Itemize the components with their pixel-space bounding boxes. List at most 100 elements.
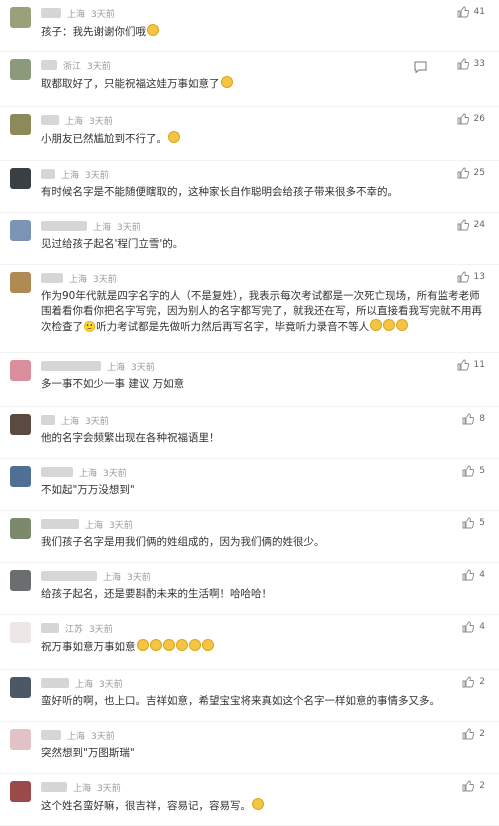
- emoji-icon: [136, 639, 149, 651]
- comment-text: 取都取好了，只能祝福这娃万事如意了: [41, 76, 487, 92]
- avatar[interactable]: [10, 677, 31, 698]
- username-blurred[interactable]: [41, 782, 67, 792]
- like-button[interactable]: 5: [462, 465, 485, 477]
- location-label: 上海: [103, 572, 122, 583]
- like-count: 2: [479, 729, 485, 739]
- comment-meta: 上海 3天前: [41, 272, 117, 285]
- username-blurred[interactable]: [41, 273, 63, 283]
- thumbs-up-icon: [462, 676, 479, 688]
- username-blurred[interactable]: [41, 115, 59, 125]
- username-blurred[interactable]: [41, 169, 55, 179]
- emoji-icon: [162, 639, 175, 651]
- avatar[interactable]: [10, 518, 31, 539]
- comment-meta: 上海 3天前: [41, 360, 155, 373]
- like-button[interactable]: 25: [457, 167, 485, 179]
- username-blurred[interactable]: [41, 623, 59, 633]
- emoji-icon: [188, 639, 201, 651]
- thumbs-up-icon: [457, 271, 474, 283]
- comment-item: 上海 3天前 小朋友已然尴尬到不行了。 26: [0, 107, 499, 161]
- like-button[interactable]: 2: [462, 780, 485, 792]
- username-blurred[interactable]: [41, 519, 79, 529]
- thumbs-up-icon: [462, 569, 479, 581]
- emoji-icon: [383, 319, 396, 331]
- like-button[interactable]: 2: [462, 728, 485, 740]
- username-blurred[interactable]: [41, 571, 97, 581]
- emoji-icon: [201, 639, 214, 651]
- timestamp: 3天前: [127, 572, 151, 583]
- like-button[interactable]: 2: [462, 676, 485, 688]
- timestamp: 3天前: [117, 222, 141, 233]
- location-label: 上海: [65, 116, 84, 127]
- avatar[interactable]: [10, 272, 31, 293]
- timestamp: 3天前: [87, 61, 111, 72]
- comment-meta: 江苏 3天前: [41, 622, 113, 635]
- location-label: 上海: [73, 783, 92, 794]
- like-button[interactable]: 26: [457, 113, 485, 125]
- comment-text: 突然想到"万图斯瑞": [41, 747, 135, 759]
- username-blurred[interactable]: [41, 678, 69, 688]
- thumbs-up-icon: [457, 167, 474, 179]
- like-button[interactable]: 8: [462, 413, 485, 425]
- comment-item: 上海 3天前 孩子：我先谢谢你们哦 41: [0, 0, 499, 52]
- timestamp: 3天前: [131, 362, 155, 373]
- location-label: 上海: [67, 9, 86, 20]
- like-button[interactable]: 4: [462, 569, 485, 581]
- like-button[interactable]: 11: [457, 359, 485, 371]
- avatar[interactable]: [10, 220, 31, 241]
- thumbs-up-icon: [462, 465, 479, 477]
- avatar[interactable]: [10, 570, 31, 591]
- like-button[interactable]: 24: [457, 219, 485, 231]
- like-count: 8: [479, 414, 485, 424]
- like-count: 4: [479, 622, 485, 632]
- avatar[interactable]: [10, 168, 31, 189]
- location-label: 上海: [85, 520, 104, 531]
- avatar[interactable]: [10, 59, 31, 80]
- comment-meta: 上海 3天前: [41, 518, 133, 531]
- comment-item: 上海 3天前 蛮好听的啊，也上口。吉祥如意，希望宝宝将来真如这个名字一样如意的事情多…: [0, 670, 499, 722]
- comment-text: 见过给孩子起名'程门立雪'的。: [41, 238, 184, 250]
- location-label: 上海: [79, 468, 98, 479]
- timestamp: 3天前: [89, 116, 113, 127]
- comment-meta: 上海 3天前: [41, 168, 109, 181]
- thumbs-up-icon: [457, 58, 474, 70]
- avatar[interactable]: [10, 414, 31, 435]
- comment-item: 上海 3天前 多一事不如少一事 建议 万如意 11: [0, 353, 499, 407]
- avatar[interactable]: [10, 7, 31, 28]
- avatar[interactable]: [10, 360, 31, 381]
- like-count: 24: [473, 220, 485, 230]
- avatar[interactable]: [10, 781, 31, 802]
- avatar[interactable]: [10, 622, 31, 643]
- reply-icon[interactable]: [414, 58, 427, 77]
- comment-meta: 上海 3天前: [41, 114, 113, 127]
- username-blurred[interactable]: [41, 221, 87, 231]
- comment-item: 上海 3天前 作为90年代就是四字名字的人（不是复姓），我表示每次考试都是一次死亡现…: [0, 265, 499, 353]
- avatar[interactable]: [10, 466, 31, 487]
- comment-item: 上海 3天前 不如起"万万没想到" 5: [0, 459, 499, 511]
- comment-text: 给孩子起名，还是要斟酌未来的生活啊！哈哈哈！: [41, 588, 272, 600]
- location-label: 上海: [67, 731, 86, 742]
- like-button[interactable]: 13: [457, 271, 485, 283]
- username-blurred[interactable]: [41, 730, 61, 740]
- like-button[interactable]: 4: [462, 621, 485, 633]
- username-blurred[interactable]: [41, 415, 55, 425]
- thumbs-up-icon: [462, 621, 479, 633]
- username-blurred[interactable]: [41, 467, 73, 477]
- avatar[interactable]: [10, 114, 31, 135]
- comment-item: 上海 3天前给孩子起名，还是要斟酌未来的生活啊！哈哈哈！ 4: [0, 563, 499, 615]
- comment-meta: 上海 3天前: [41, 220, 141, 233]
- emoji-icon: [147, 24, 159, 36]
- timestamp: 3天前: [85, 170, 109, 181]
- avatar[interactable]: [10, 729, 31, 750]
- timestamp: 3天前: [103, 468, 127, 479]
- username-blurred[interactable]: [41, 8, 61, 18]
- location-label: 浙江: [63, 61, 82, 72]
- username-blurred[interactable]: [41, 361, 101, 371]
- comment-item: 江苏 3天前祝万事如意万事如意 4: [0, 615, 499, 670]
- like-button[interactable]: 33: [457, 58, 485, 70]
- location-label: 上海: [69, 274, 88, 285]
- comment-text: 祝万事如意万事如意: [41, 639, 487, 655]
- like-button[interactable]: 41: [457, 6, 485, 18]
- like-button[interactable]: 5: [462, 517, 485, 529]
- like-count: 41: [473, 7, 485, 17]
- username-blurred[interactable]: [41, 60, 57, 70]
